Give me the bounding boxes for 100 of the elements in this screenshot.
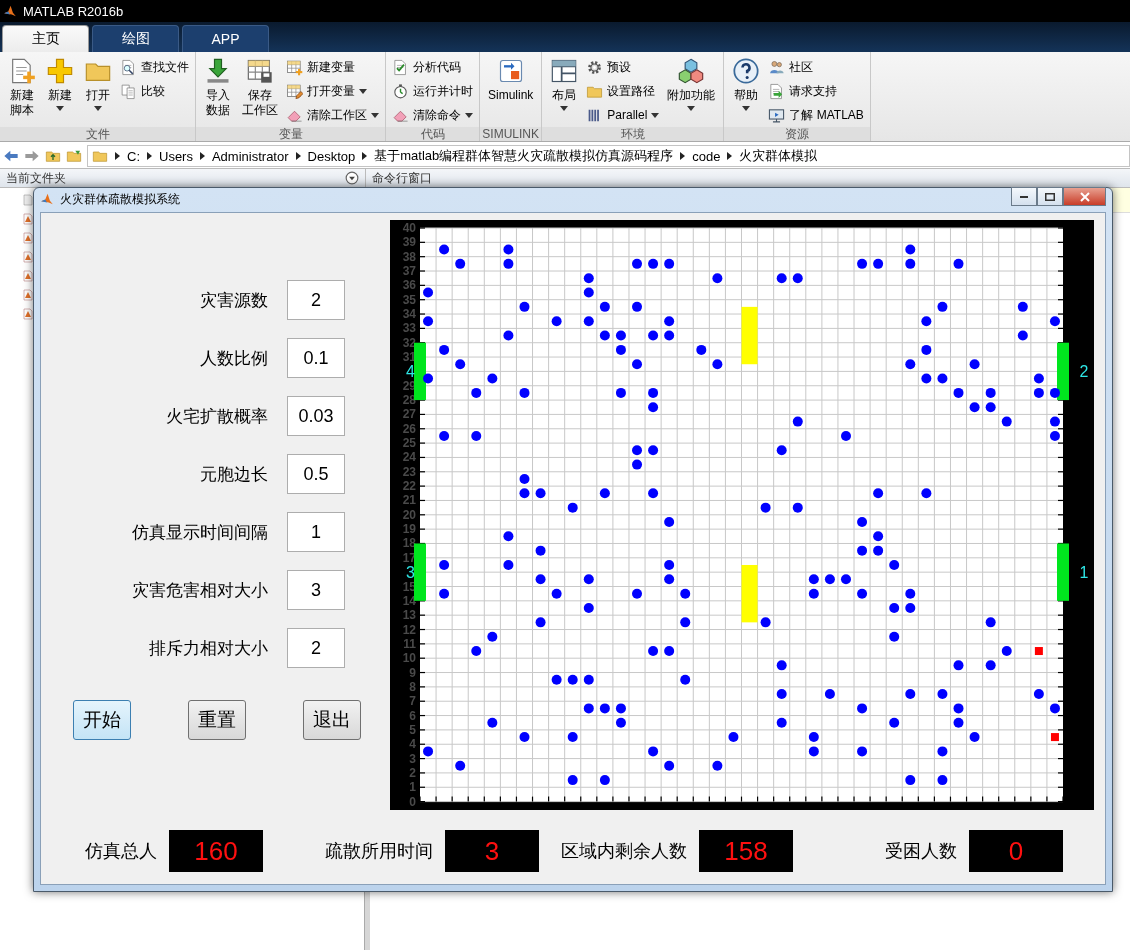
ribbon-button[interactable]: 社区 bbox=[766, 55, 866, 79]
row-number: 22 bbox=[402, 479, 416, 494]
stat-display: 158 bbox=[699, 830, 793, 872]
ribbon-button[interactable]: 清除工作区 bbox=[284, 103, 381, 127]
ribbon-button[interactable]: 比较 bbox=[118, 79, 191, 103]
param-label: 火宅扩散概率 bbox=[166, 405, 268, 428]
ribbon-button[interactable]: 打开变量 bbox=[284, 79, 381, 103]
row-number: 25 bbox=[402, 436, 416, 451]
row-number: 21 bbox=[402, 493, 416, 508]
row-number: 33 bbox=[402, 321, 416, 336]
stat-label: 仿真总人 bbox=[85, 840, 157, 863]
action-button[interactable]: 重置 bbox=[188, 700, 246, 740]
path-segment[interactable]: 基于matlab编程群体智慧火灾疏散模拟仿真源码程序 bbox=[374, 147, 674, 165]
row-number: 7 bbox=[409, 694, 416, 709]
row-number: 9 bbox=[409, 665, 416, 680]
path-segment[interactable]: Desktop bbox=[307, 148, 356, 164]
row-number: 2 bbox=[409, 765, 416, 780]
param-label: 灾害源数 bbox=[200, 289, 268, 312]
row-number: 34 bbox=[402, 307, 416, 322]
row-number: 40 bbox=[402, 221, 416, 235]
ribbon-button[interactable]: 设置路径 bbox=[584, 79, 662, 103]
path-segment[interactable]: code bbox=[692, 148, 721, 164]
group-label: SIMULINK bbox=[480, 127, 542, 141]
param-label: 人数比例 bbox=[200, 347, 268, 370]
action-button[interactable]: 退出 bbox=[303, 700, 361, 740]
ribbon-button[interactable]: 请求支持 bbox=[766, 79, 866, 103]
stat-label: 疏散所用时间 bbox=[325, 840, 433, 863]
stat-display: 160 bbox=[169, 830, 263, 872]
param-label: 排斥力相对大小 bbox=[149, 637, 268, 660]
ribbon-button[interactable]: 预设 bbox=[584, 55, 662, 79]
ribbon-tab[interactable]: APP bbox=[182, 25, 269, 52]
row-number: 1 bbox=[409, 780, 416, 795]
ribbon-tab[interactable]: 绘图 bbox=[92, 25, 179, 52]
ribbon-button[interactable]: Simulink bbox=[484, 55, 538, 105]
group-label: 变量 bbox=[196, 127, 385, 141]
ribbon-button[interactable]: 新建 bbox=[42, 55, 78, 113]
row-number: 31 bbox=[402, 350, 416, 365]
input-field[interactable]: 1 bbox=[287, 512, 345, 552]
param-label: 灾害危害相对大小 bbox=[132, 579, 268, 602]
row-number: 12 bbox=[402, 622, 416, 637]
row-number: 24 bbox=[402, 450, 416, 465]
row-number: 23 bbox=[402, 464, 416, 479]
ribbon-button[interactable]: 帮助 bbox=[728, 55, 765, 113]
path-segment[interactable]: 火灾群体模拟 bbox=[739, 147, 818, 165]
input-field[interactable]: 3 bbox=[287, 570, 345, 610]
row-number: 4 bbox=[409, 737, 416, 752]
row-number: 32 bbox=[402, 335, 416, 350]
ribbon-button[interactable]: 运行并计时 bbox=[390, 79, 475, 103]
input-field[interactable]: 0.03 bbox=[287, 396, 345, 436]
row-number: 26 bbox=[402, 421, 416, 436]
row-number: 0 bbox=[409, 794, 416, 809]
row-number: 35 bbox=[402, 292, 416, 307]
param-label: 仿真显示时间间隔 bbox=[132, 521, 268, 544]
ribbon-button[interactable]: 保存 工作区 bbox=[238, 55, 282, 120]
row-number: 10 bbox=[402, 651, 416, 666]
input-field[interactable]: 0.1 bbox=[287, 338, 345, 378]
ribbon-button[interactable]: 打开 bbox=[80, 55, 116, 113]
exit-label: 2 bbox=[1079, 363, 1089, 381]
row-number: 27 bbox=[402, 407, 416, 422]
action-button[interactable]: 开始 bbox=[73, 700, 131, 740]
ribbon-button[interactable]: Parallel bbox=[584, 103, 662, 127]
input-field[interactable]: 2 bbox=[287, 628, 345, 668]
input-field[interactable]: 2 bbox=[287, 280, 345, 320]
input-field[interactable]: 0.5 bbox=[287, 454, 345, 494]
panel-title: 命令行窗口 bbox=[372, 169, 432, 187]
path-segment[interactable]: Administrator bbox=[211, 148, 289, 164]
ribbon-button[interactable]: 新建变量 bbox=[284, 55, 381, 79]
row-number: 3 bbox=[409, 751, 416, 766]
ribbon-button[interactable]: 布局 bbox=[546, 55, 583, 113]
ribbon-tab[interactable]: 主页 bbox=[2, 25, 89, 52]
ribbon-button[interactable]: 分析代码 bbox=[390, 55, 475, 79]
ribbon-button[interactable]: 清除命令 bbox=[390, 103, 475, 127]
row-number: 19 bbox=[402, 522, 416, 537]
app-title: MATLAB R2016b bbox=[23, 3, 124, 19]
window-title: 火灾群体疏散模拟系统 bbox=[60, 190, 181, 208]
ribbon-button[interactable]: 查找文件 bbox=[118, 55, 191, 79]
row-number: 36 bbox=[402, 278, 416, 293]
row-number: 8 bbox=[409, 679, 416, 694]
group-label: 环境 bbox=[542, 127, 724, 141]
row-number: 39 bbox=[402, 235, 416, 250]
stat-display: 0 bbox=[969, 830, 1063, 872]
path-segment[interactable]: Users bbox=[159, 148, 193, 164]
ribbon-button[interactable]: 新建 脚本 bbox=[4, 55, 40, 120]
group-label: 资源 bbox=[724, 127, 870, 141]
stat-display: 3 bbox=[445, 830, 539, 872]
group-label: 文件 bbox=[0, 127, 195, 141]
exit-label: 1 bbox=[1079, 564, 1089, 582]
row-number: 5 bbox=[409, 722, 416, 737]
row-number: 20 bbox=[402, 507, 416, 522]
ribbon-button[interactable]: 附加功能 bbox=[663, 55, 720, 113]
panel-title: 当前文件夹 bbox=[6, 169, 66, 187]
row-number: 11 bbox=[403, 636, 416, 651]
ribbon-button[interactable]: 导入 数据 bbox=[200, 55, 236, 120]
row-number: 38 bbox=[402, 249, 416, 264]
row-number: 6 bbox=[409, 708, 416, 723]
stat-label: 受困人数 bbox=[885, 840, 957, 863]
row-number: 13 bbox=[402, 608, 416, 623]
ribbon-button[interactable]: 了解 MATLAB bbox=[766, 103, 866, 127]
path-segment[interactable]: C: bbox=[127, 148, 140, 164]
stat-label: 区域内剩余人数 bbox=[561, 840, 687, 863]
